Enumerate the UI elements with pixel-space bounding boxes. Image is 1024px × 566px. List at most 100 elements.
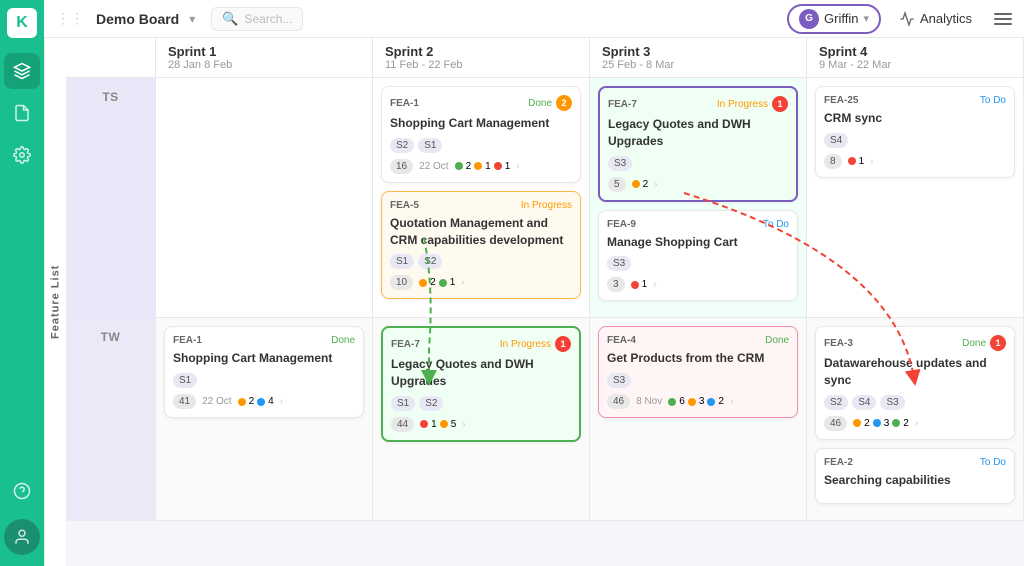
card-fea7-tw[interactable]: FEA-7 In Progress 1 Legacy Quotes and DW… xyxy=(381,326,581,442)
card-fea2-tw[interactable]: FEA-2 To Do Searching capabilities xyxy=(815,448,1015,504)
card-num: 46 xyxy=(607,394,630,409)
menu-line-1 xyxy=(994,13,1012,15)
card-badge: 1 xyxy=(990,335,1006,351)
app-logo[interactable]: K xyxy=(7,8,37,38)
card-tags: S2 S4 S3 xyxy=(824,395,1006,410)
sidebar-item-help[interactable] xyxy=(4,473,40,509)
dot-blue xyxy=(257,398,265,406)
sidebar-item-layers[interactable] xyxy=(4,53,40,89)
board-title[interactable]: Demo Board xyxy=(96,11,179,27)
avatar: G xyxy=(799,9,819,29)
row-ts-label: TS xyxy=(66,78,156,318)
sidebar-item-document[interactable] xyxy=(4,95,40,131)
dot-green xyxy=(668,398,676,406)
row-tw-label: TW xyxy=(66,318,156,520)
dot-orange xyxy=(238,398,246,406)
analytics-button[interactable]: Analytics xyxy=(891,8,980,30)
expand-icon[interactable]: › xyxy=(462,419,465,430)
row-ts: TS FEA-1 Done 2 Shopping Cart Management xyxy=(66,78,1024,318)
card-badge: 1 xyxy=(772,96,788,112)
sprint-header-1: Sprint 1 28 Jan 8 Feb xyxy=(156,38,373,77)
expand-icon[interactable]: › xyxy=(653,279,656,290)
sidebar-item-user[interactable] xyxy=(4,519,40,555)
card-footer: 41 22 Oct 2 4 › xyxy=(173,394,355,409)
card-fea25-ts[interactable]: FEA-25 To Do CRM sync S4 8 1 › xyxy=(815,86,1015,178)
dot-group: 2 1 xyxy=(419,277,455,288)
cell-tw-sprint2: FEA-7 In Progress 1 Legacy Quotes and DW… xyxy=(373,318,590,520)
cell-tw-sprint4: FEA-3 Done 1 Datawarehouse updates and s… xyxy=(807,318,1024,520)
card-status: Done xyxy=(528,98,552,109)
card-fea9-ts[interactable]: FEA-9 To Do Manage Shopping Cart S3 3 1 … xyxy=(598,210,798,302)
cell-ts-sprint1 xyxy=(156,78,373,318)
main-area: Feature List Sprint 1 28 Jan 8 Feb Sprin… xyxy=(44,38,1024,566)
card-num: 8 xyxy=(824,154,842,169)
dot-orange xyxy=(688,398,696,406)
dot-group: 6 3 2 xyxy=(668,396,724,407)
card-num: 16 xyxy=(390,159,413,174)
card-status: Done xyxy=(331,335,355,346)
card-id: FEA-1 xyxy=(173,335,202,346)
expand-icon[interactable]: › xyxy=(654,179,657,190)
expand-icon[interactable]: › xyxy=(915,418,918,429)
card-title: Legacy Quotes and DWH Upgrades xyxy=(608,116,788,150)
sidebar-item-settings[interactable] xyxy=(4,137,40,173)
expand-icon[interactable]: › xyxy=(870,156,873,167)
card-status: Done xyxy=(962,338,986,349)
board-chevron-icon[interactable]: ▾ xyxy=(189,12,195,26)
card-title: CRM sync xyxy=(824,110,1006,127)
card-status: Done xyxy=(765,335,789,346)
expand-icon[interactable]: › xyxy=(280,396,283,407)
board: Sprint 1 28 Jan 8 Feb Sprint 2 11 Feb - … xyxy=(66,38,1024,566)
card-fea1-ts[interactable]: FEA-1 Done 2 Shopping Cart Management S2… xyxy=(381,86,581,183)
card-status: In Progress xyxy=(500,339,551,350)
menu-line-2 xyxy=(994,18,1012,20)
card-fea1-tw[interactable]: FEA-1 Done Shopping Cart Management S1 4… xyxy=(164,326,364,418)
card-fea5-ts[interactable]: FEA-5 In Progress Quotation Management a… xyxy=(381,191,581,300)
sprint-1-dates: 28 Jan 8 Feb xyxy=(168,59,360,71)
analytics-label: Analytics xyxy=(920,11,972,26)
tag-s1: S1 xyxy=(390,254,414,269)
card-status: In Progress xyxy=(521,200,572,211)
dot-green xyxy=(892,419,900,427)
card-tags: S3 xyxy=(607,373,789,388)
user-badge[interactable]: G Griffin ▾ xyxy=(787,4,881,34)
card-footer: 3 1 › xyxy=(607,277,789,292)
tag-s1: S1 xyxy=(391,396,415,411)
tag-s3: S3 xyxy=(607,373,631,388)
dot-group: 2 3 2 xyxy=(853,418,909,429)
dot-group: 2 1 1 xyxy=(455,161,511,172)
card-title: Quotation Management and CRM capabilitie… xyxy=(390,215,572,249)
tag-s3: S3 xyxy=(607,256,631,271)
topbar: ⋮⋮ Demo Board ▾ 🔍 Search... G Griffin ▾ … xyxy=(44,0,1024,38)
tag-s3: S3 xyxy=(608,156,632,171)
expand-icon[interactable]: › xyxy=(516,161,519,172)
expand-icon[interactable]: › xyxy=(461,277,464,288)
card-footer: 5 2 › xyxy=(608,177,788,192)
card-id: FEA-7 xyxy=(608,99,637,110)
user-name: Griffin xyxy=(824,11,858,26)
search-icon: 🔍 xyxy=(222,11,238,27)
card-title: Manage Shopping Cart xyxy=(607,234,789,251)
card-footer: 16 22 Oct 2 1 1 › xyxy=(390,159,572,174)
card-id: FEA-5 xyxy=(390,200,419,211)
card-fea3-tw[interactable]: FEA-3 Done 1 Datawarehouse updates and s… xyxy=(815,326,1015,440)
sprint-4-name: Sprint 4 xyxy=(819,44,1011,59)
feature-list-label: Feature List xyxy=(44,38,66,566)
dot-orange xyxy=(474,162,482,170)
card-status: To Do xyxy=(980,95,1006,106)
card-date: 22 Oct xyxy=(202,396,231,407)
row-tw: TW FEA-1 Done Shopping Cart Management S… xyxy=(66,318,1024,520)
card-fea4-tw[interactable]: FEA-4 Done Get Products from the CRM S3 … xyxy=(598,326,798,418)
menu-button[interactable] xyxy=(994,13,1012,25)
expand-icon[interactable]: › xyxy=(730,396,733,407)
sidebar: K xyxy=(0,0,44,566)
sprint-2-name: Sprint 2 xyxy=(385,44,577,59)
tag-s2: S2 xyxy=(418,254,442,269)
card-date: 22 Oct xyxy=(419,161,448,172)
card-footer: 46 8 Nov 6 3 2 › xyxy=(607,394,789,409)
analytics-icon xyxy=(899,11,915,27)
card-tags: S1 xyxy=(173,373,355,388)
user-chevron-icon: ▾ xyxy=(863,12,869,25)
search-bar[interactable]: 🔍 Search... xyxy=(211,7,303,31)
card-fea7-ts[interactable]: FEA-7 In Progress 1 Legacy Quotes and DW… xyxy=(598,86,798,202)
